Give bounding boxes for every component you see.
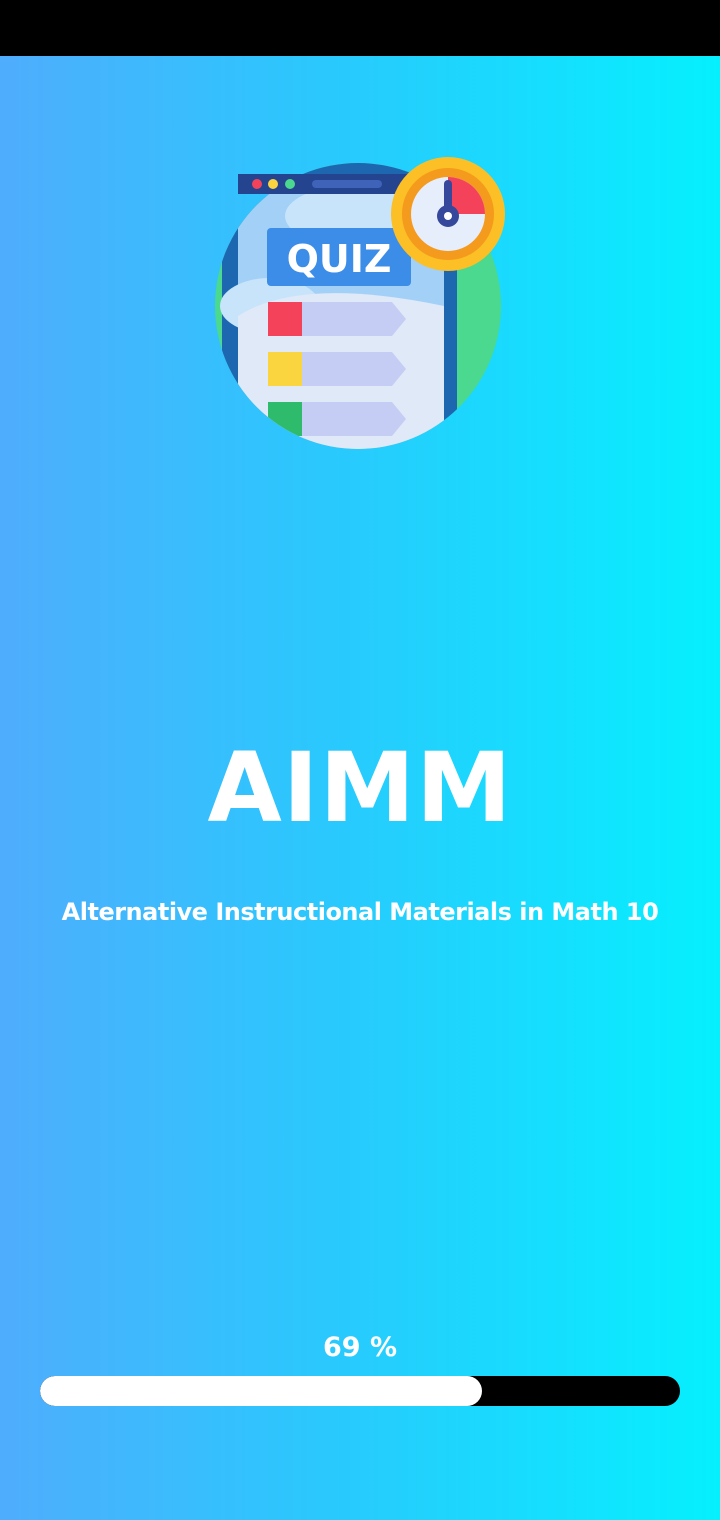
loading-progress-bar [40, 1376, 680, 1406]
status-bar [0, 0, 720, 56]
logo-quiz-text: QUIZ [287, 237, 392, 281]
loading-percent-label: 69 % [322, 1332, 398, 1363]
app-subtitle: Alternative Instructional Materials in M… [61, 898, 659, 926]
loading-progress-fill [40, 1376, 482, 1406]
quiz-logo-icon: QUIZ [215, 157, 505, 449]
splash-screen: QUIZ AIMM Alternative Instructional Mate… [0, 56, 720, 1520]
app-title: AIMM [207, 732, 513, 844]
